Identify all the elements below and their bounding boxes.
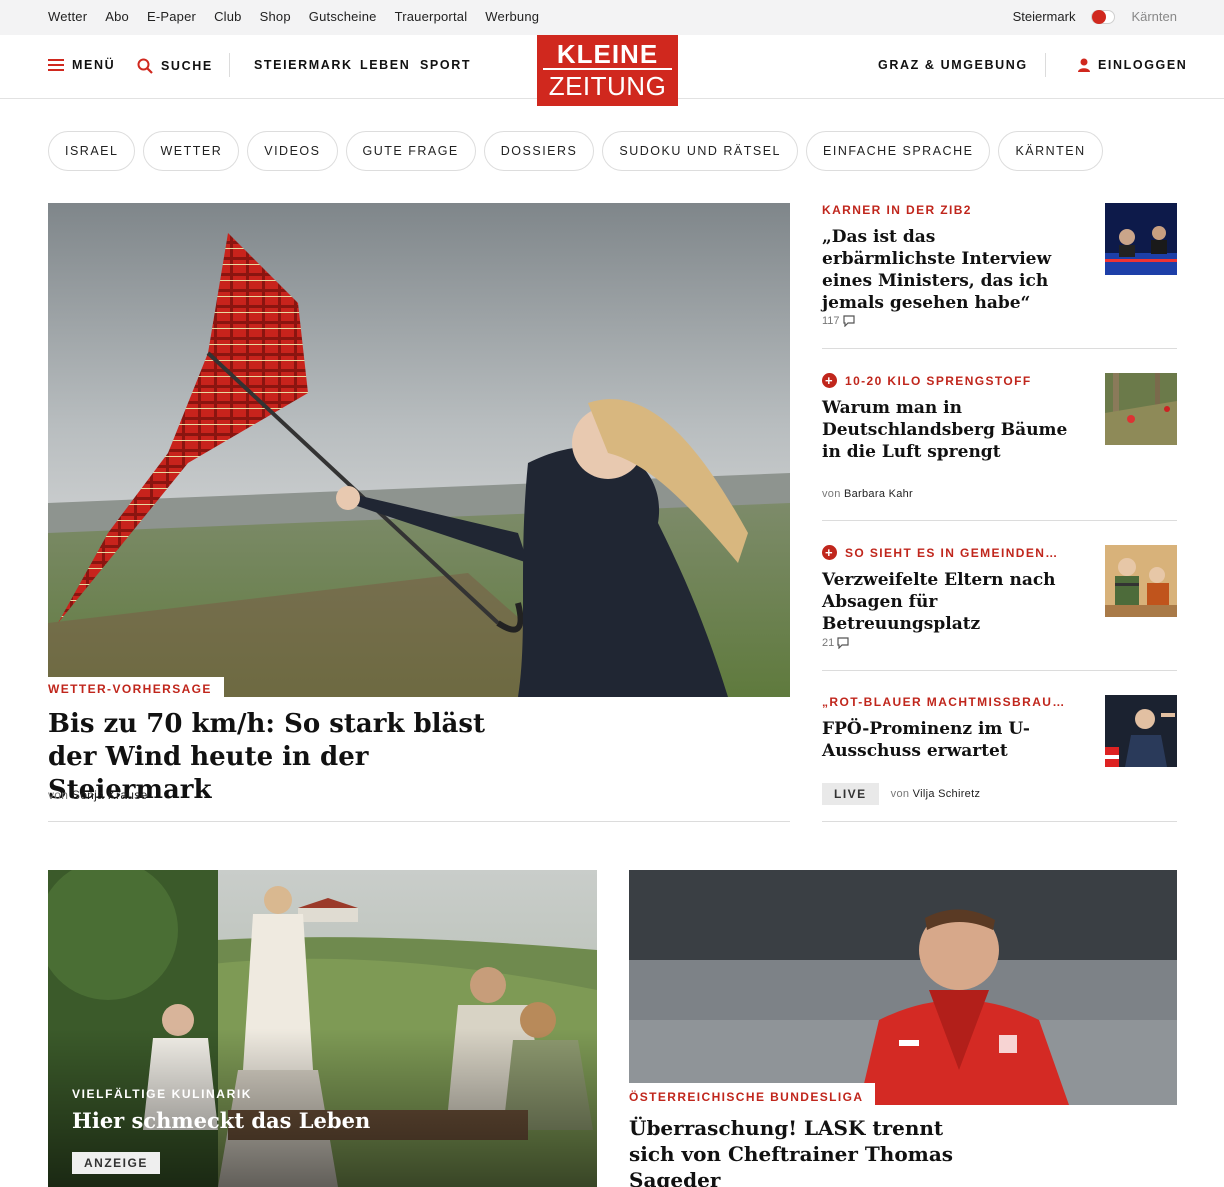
kleine-zeitung-logo[interactable]: KLEINE ZEITUNG bbox=[537, 35, 678, 106]
ad-card-photo bbox=[48, 870, 597, 1187]
teaser-title[interactable]: Verzweifelte Eltern nach Absagen für Bet… bbox=[822, 569, 1072, 635]
teaser-byline: LIVE von Vilja Schiretz bbox=[822, 783, 980, 805]
utility-link-trauerportal[interactable]: Trauerportal bbox=[395, 9, 468, 24]
hero-photo bbox=[48, 203, 790, 697]
utility-link-abo[interactable]: Abo bbox=[105, 9, 129, 24]
teaser-divider bbox=[822, 520, 1177, 521]
thumb-tv-studio bbox=[1105, 203, 1177, 275]
utility-link-club[interactable]: Club bbox=[214, 9, 242, 24]
chip-kaernten[interactable]: KÄRNTEN bbox=[998, 131, 1103, 171]
byline-author[interactable]: Sonja Krause bbox=[72, 788, 148, 802]
region-toggle[interactable] bbox=[1091, 9, 1116, 24]
byline-prefix: von bbox=[822, 488, 841, 500]
utility-link-gutscheine[interactable]: Gutscheine bbox=[309, 9, 377, 24]
menu-label: MENÜ bbox=[72, 58, 116, 72]
teaser-thumbnail[interactable] bbox=[1105, 695, 1177, 767]
side-teaser[interactable]: KARNER IN DER ZIB2 „Das ist das erbärmli… bbox=[822, 203, 1177, 349]
chip-israel[interactable]: ISRAEL bbox=[48, 131, 136, 171]
thumb-children bbox=[1105, 545, 1177, 617]
hero-divider bbox=[48, 821, 790, 822]
nav-leben[interactable]: LEBEN bbox=[360, 58, 410, 72]
teaser-title[interactable]: Warum man in Deutschlandsberg Bäume in d… bbox=[822, 397, 1072, 463]
search-button[interactable]: SUCHE bbox=[137, 58, 213, 74]
ad-card[interactable]: VIELFÄLTIGE KULINARIK Hier schmeckt das … bbox=[48, 870, 597, 1187]
utility-bar: Wetter Abo E-Paper Club Shop Gutscheine … bbox=[0, 0, 1224, 35]
nav-steiermark[interactable]: STEIERMARK bbox=[254, 58, 353, 72]
chip-sudoku[interactable]: SUDOKU UND RÄTSEL bbox=[602, 131, 799, 171]
chip-gute-frage[interactable]: GUTE FRAGE bbox=[345, 131, 476, 171]
byline-author[interactable]: Barbara Kahr bbox=[844, 488, 913, 500]
plus-icon: + bbox=[822, 545, 837, 560]
teaser-title[interactable]: „Das ist das erbärmlichste Interview ein… bbox=[822, 226, 1072, 314]
thumb-speaker bbox=[1105, 695, 1177, 767]
ad-kicker: VIELFÄLTIGE KULINARIK bbox=[72, 1087, 253, 1101]
toggle-knob bbox=[1092, 9, 1107, 24]
hero-kicker[interactable]: WETTER-VORHERSAGE bbox=[48, 677, 224, 697]
comment-count: 117 bbox=[822, 315, 840, 327]
sport-kicker[interactable]: ÖSTERREICHISCHE BUNDESLIGA bbox=[629, 1083, 876, 1105]
teaser-thumbnail[interactable] bbox=[1105, 373, 1177, 445]
side-teaser[interactable]: + SO SIEHT ES IN GEMEINDEN… Verzweifelte … bbox=[822, 545, 1177, 671]
comment-count: 21 bbox=[822, 637, 835, 649]
chip-wetter[interactable]: WETTER bbox=[143, 131, 240, 171]
header-divider-right bbox=[1045, 53, 1046, 77]
thumb-forest bbox=[1105, 373, 1177, 445]
utility-link-wetter[interactable]: Wetter bbox=[48, 9, 87, 24]
chip-einfache-sprache[interactable]: EINFACHE SPRACHE bbox=[806, 131, 991, 171]
region-switch: Steiermark Kärnten bbox=[1013, 9, 1177, 24]
teaser-kicker-text: 10-20 KILO SPRENGSTOFF bbox=[845, 373, 1032, 388]
utility-links: Wetter Abo E-Paper Club Shop Gutscheine … bbox=[48, 9, 557, 24]
byline-prefix: von bbox=[890, 788, 910, 800]
byline-prefix: von bbox=[48, 788, 69, 802]
teaser-thumbnail[interactable] bbox=[1105, 545, 1177, 617]
anzeige-badge: ANZEIGE bbox=[72, 1152, 160, 1174]
hero-image[interactable] bbox=[48, 203, 790, 697]
teaser-kicker-text: SO SIEHT ES IN GEMEINDEN… bbox=[845, 545, 1059, 560]
hero-byline: von Sonja Krause bbox=[48, 788, 148, 802]
utility-link-shop[interactable]: Shop bbox=[260, 9, 291, 24]
logo-text-bottom: ZEITUNG bbox=[548, 71, 667, 101]
sport-title[interactable]: Überraschung! LASK trennt sich von Cheft… bbox=[629, 1115, 989, 1187]
teaser-divider bbox=[822, 821, 1177, 822]
teaser-byline: von Barbara Kahr bbox=[822, 488, 913, 500]
search-label: SUCHE bbox=[161, 59, 213, 73]
utility-link-epaper[interactable]: E-Paper bbox=[147, 9, 196, 24]
teaser-divider bbox=[822, 670, 1177, 671]
teaser-title[interactable]: FPÖ-Prominenz im U-Ausschuss erwartet bbox=[822, 718, 1072, 762]
region-option-kaernten[interactable]: Kärnten bbox=[1131, 9, 1177, 24]
teaser-comments[interactable]: 21 bbox=[822, 637, 849, 649]
chip-dossiers[interactable]: DOSSIERS bbox=[483, 131, 595, 171]
login-button[interactable]: EINLOGGEN bbox=[1078, 58, 1187, 72]
chip-videos[interactable]: VIDEOS bbox=[247, 131, 338, 171]
nav-sport[interactable]: SPORT bbox=[420, 58, 471, 72]
search-icon bbox=[137, 58, 153, 74]
teaser-divider bbox=[822, 348, 1177, 349]
comment-icon bbox=[837, 637, 849, 649]
plus-icon: + bbox=[822, 373, 837, 388]
side-teaser[interactable]: +10-20 KILO SPRENGSTOFF Warum man in Deu… bbox=[822, 373, 1177, 521]
menu-button[interactable]: MENÜ bbox=[48, 58, 115, 72]
teaser-comments[interactable]: 117 bbox=[822, 315, 855, 327]
region-option-steiermark[interactable]: Steiermark bbox=[1013, 9, 1076, 24]
live-badge: LIVE bbox=[822, 783, 879, 805]
header-divider bbox=[229, 53, 230, 77]
hamburger-icon bbox=[48, 59, 64, 71]
sport-photo bbox=[629, 870, 1177, 1105]
comment-icon bbox=[842, 315, 855, 327]
teaser-thumbnail[interactable] bbox=[1105, 203, 1177, 275]
byline-author[interactable]: Vilja Schiretz bbox=[913, 788, 981, 800]
sport-card-image[interactable] bbox=[629, 870, 1177, 1105]
ad-title[interactable]: Hier schmeckt das Leben bbox=[72, 1108, 370, 1133]
utility-link-werbung[interactable]: Werbung bbox=[485, 9, 539, 24]
topic-chips: ISRAEL WETTER VIDEOS GUTE FRAGE DOSSIERS… bbox=[48, 131, 1111, 171]
login-label: EINLOGGEN bbox=[1098, 58, 1188, 72]
logo-text-top: KLEINE bbox=[543, 35, 672, 70]
side-teaser[interactable]: „ROT-BLAUER MACHTMISSBRAU… FPÖ-Prominenz… bbox=[822, 695, 1177, 822]
main-header: MENÜ SUCHE STEIERMARK LEBEN SPORT KLEINE… bbox=[0, 35, 1224, 106]
region-graz-button[interactable]: GRAZ & UMGEBUNG bbox=[878, 58, 1028, 72]
user-icon bbox=[1078, 58, 1090, 72]
